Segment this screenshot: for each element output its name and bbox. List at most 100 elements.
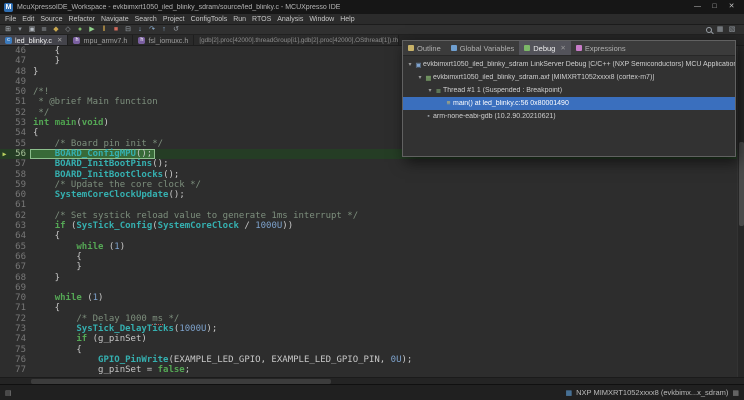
line-number[interactable]: 63 [9, 221, 30, 231]
debug-tree-row-thread[interactable]: ▾ ≣ Thread #1 1 (Suspended : Breakpoint) [403, 84, 735, 97]
clean-icon[interactable]: ◇ [64, 25, 72, 34]
line-number[interactable]: 46 [9, 46, 30, 56]
panel-tab-expressions[interactable]: Expressions [571, 41, 631, 55]
menu-configtools[interactable]: ConfigTools [188, 14, 231, 25]
gutter-annotation[interactable] [0, 365, 9, 375]
line-number[interactable]: 47 [9, 56, 30, 66]
editor-vertical-scrollbar[interactable] [737, 46, 744, 377]
disconnect-icon[interactable]: ⊟ [124, 25, 132, 34]
gutter-annotation[interactable] [0, 67, 9, 77]
gutter-annotation[interactable] [0, 231, 9, 241]
panel-tab-debug[interactable]: Debug ✕ [519, 41, 571, 55]
line-number[interactable]: 55 [9, 139, 30, 149]
gutter-annotation[interactable] [0, 139, 9, 149]
line-number[interactable]: 74 [9, 334, 30, 344]
code-line[interactable]: 72 /* Delay 1000 ms */ [0, 313, 744, 325]
debug-icon[interactable]: ● [76, 25, 84, 34]
line-number[interactable]: 51 [9, 97, 30, 107]
line-number[interactable]: 48 [9, 67, 30, 77]
gutter-annotation[interactable] [0, 314, 9, 324]
menu-analysis[interactable]: Analysis [274, 14, 306, 25]
line-number[interactable]: 69 [9, 283, 30, 293]
gutter-annotation[interactable] [0, 56, 9, 66]
line-number[interactable]: 50 [9, 87, 30, 97]
code-line[interactable]: 71 { [0, 303, 744, 313]
code-line[interactable]: 63 if (SysTick_Config(SystemCoreClock / … [0, 221, 744, 231]
instruction-pointer-icon[interactable]: ▶ [0, 149, 9, 159]
line-number[interactable]: 67 [9, 262, 30, 272]
step-over-icon[interactable]: ↷ [148, 25, 156, 34]
gutter-annotation[interactable] [0, 170, 9, 180]
gutter-annotation[interactable] [0, 221, 9, 231]
menu-project[interactable]: Project [160, 14, 188, 25]
panel-tab-outline[interactable]: Outline [403, 41, 446, 55]
gutter-annotation[interactable] [0, 190, 9, 200]
step-into-icon[interactable]: ↓ [136, 25, 144, 34]
minimize-button[interactable]: — [689, 0, 706, 14]
line-number[interactable]: 75 [9, 345, 30, 355]
menu-file[interactable]: File [2, 14, 19, 25]
gutter-annotation[interactable] [0, 46, 9, 56]
develop-perspective-icon[interactable]: ▧ [728, 25, 736, 34]
gutter-annotation[interactable] [0, 87, 9, 97]
line-number[interactable]: 70 [9, 293, 30, 303]
debug-tree-row-gdb[interactable]: ▪ arm-none-eabi-gdb (10.2.90.20210621) [403, 110, 735, 123]
new-wizard-icon[interactable]: ⊞ [4, 25, 12, 34]
close-button[interactable]: ✕ [723, 0, 740, 14]
tree-expand-icon[interactable]: ▾ [406, 61, 414, 68]
save-all-icon[interactable]: ≣ [40, 25, 48, 34]
line-number[interactable]: 49 [9, 77, 30, 87]
line-number[interactable]: 71 [9, 303, 30, 313]
code-line[interactable]: 66 { [0, 252, 744, 262]
window-grid-icon[interactable]: ▦ [732, 389, 739, 397]
line-number[interactable]: 64 [9, 231, 30, 241]
code-line[interactable]: 62 /* Set systick reload value to genera… [0, 211, 744, 221]
close-icon[interactable]: ✕ [57, 36, 62, 44]
line-number[interactable]: 60 [9, 190, 30, 200]
run-icon[interactable]: ▶ [88, 25, 96, 34]
line-number[interactable]: 72 [9, 314, 30, 324]
debug-tree-row-stack-frame[interactable]: ≡ main() at led_blinky.c:56 0x80001490 [403, 97, 735, 110]
code-line[interactable]: 58 BOARD_InitBootClocks(); [0, 170, 744, 180]
tab-fsl-iomuxc-h[interactable]: h fsl_iomuxc.h [133, 35, 195, 45]
debug-perspective-icon[interactable]: ▦ [716, 25, 724, 34]
menu-refactor[interactable]: Refactor [66, 14, 98, 25]
line-number[interactable]: 54 [9, 128, 30, 138]
menu-rtos[interactable]: RTOS [249, 14, 274, 25]
tree-expand-icon[interactable]: ▾ [416, 74, 424, 81]
menu-help[interactable]: Help [337, 14, 357, 25]
gutter-annotation[interactable] [0, 200, 9, 210]
code-line[interactable]: 75 { [0, 345, 744, 355]
gutter-annotation[interactable] [0, 118, 9, 128]
code-line[interactable]: 69 [0, 283, 744, 293]
menu-edit[interactable]: Edit [19, 14, 37, 25]
code-line[interactable]: 61 [0, 200, 744, 210]
gutter-annotation[interactable] [0, 180, 9, 190]
debug-tree-row-program[interactable]: ▾ ▦ evkbimxrt1050_iled_blinky_sdram.axf [M… [403, 71, 735, 84]
terminate-icon[interactable]: ■ [112, 25, 120, 34]
line-number[interactable]: 61 [9, 200, 30, 210]
gutter-annotation[interactable] [0, 159, 9, 169]
line-number[interactable]: 66 [9, 252, 30, 262]
line-number[interactable]: 57 [9, 159, 30, 169]
tab-debug-context[interactable]: [gdb[2].proc[42000].threadGroup[i1],gdb[… [194, 35, 400, 45]
step-return-icon[interactable]: ↑ [160, 25, 168, 34]
maximize-button[interactable]: □ [706, 0, 723, 14]
line-number[interactable]: 68 [9, 273, 30, 283]
vertical-scrollbar-thumb[interactable] [739, 142, 744, 226]
notification-icon[interactable]: ▤ [5, 389, 12, 397]
tab-mpu-armv7-h[interactable]: h mpu_armv7.h [68, 35, 134, 45]
menu-navigate[interactable]: Navigate [98, 14, 132, 25]
gutter-annotation[interactable] [0, 242, 9, 252]
line-number[interactable]: 76 [9, 355, 30, 365]
gutter-annotation[interactable] [0, 108, 9, 118]
gutter-annotation[interactable] [0, 324, 9, 334]
line-number[interactable]: 59 [9, 180, 30, 190]
gutter-annotation[interactable] [0, 334, 9, 344]
menu-run[interactable]: Run [230, 14, 249, 25]
gutter-annotation[interactable] [0, 283, 9, 293]
gutter-annotation[interactable] [0, 345, 9, 355]
code-line[interactable]: 65 while (1) [0, 242, 744, 252]
gutter-annotation[interactable] [0, 273, 9, 283]
menu-source[interactable]: Source [37, 14, 65, 25]
